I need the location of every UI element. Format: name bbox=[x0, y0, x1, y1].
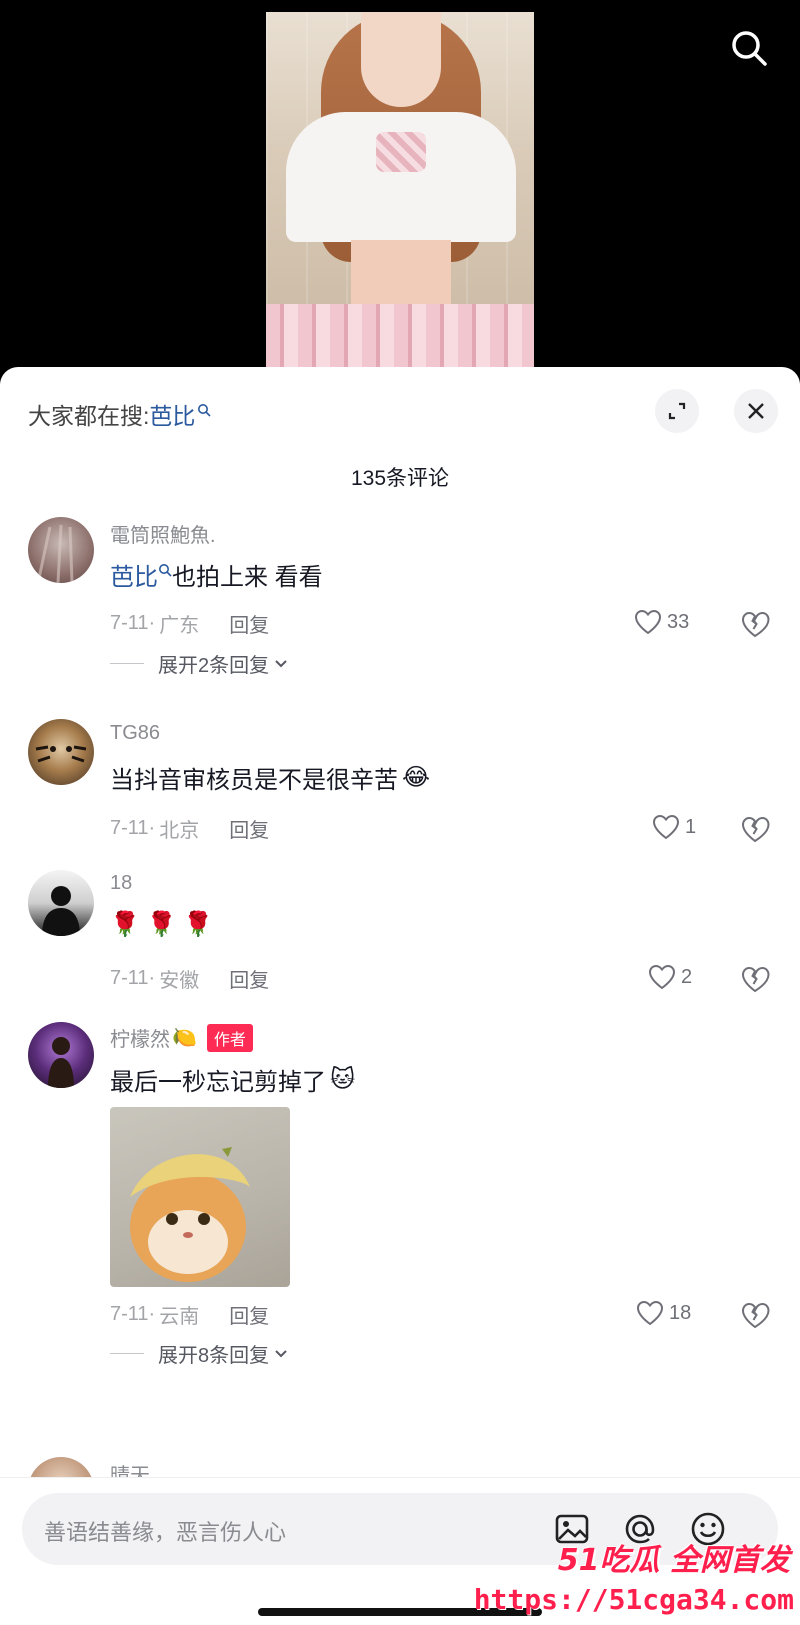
heart-icon bbox=[648, 964, 676, 990]
comment-location: 广东 bbox=[159, 615, 200, 637]
broken-heart-icon[interactable] bbox=[740, 814, 770, 844]
username[interactable]: 18 bbox=[110, 872, 132, 895]
close-button[interactable] bbox=[734, 389, 778, 433]
comment-text: 芭比 也拍上来 看看 bbox=[110, 557, 323, 592]
author-badge: 作者 bbox=[206, 1023, 253, 1052]
rose-emoji-row: 🌹 🌹 🌹 bbox=[110, 911, 213, 938]
cat-emoji: 🐱 bbox=[330, 1066, 356, 1093]
close-icon bbox=[748, 403, 764, 419]
video-thumbnail[interactable] bbox=[266, 12, 534, 370]
comment-date: 7-11 bbox=[110, 967, 149, 989]
video-figure-bow bbox=[376, 132, 426, 172]
comment-meta: 7-11 · 安徽 回复 bbox=[110, 964, 269, 993]
comment-meta: 7-11 · 云南 回复 bbox=[110, 1300, 269, 1329]
comment-input[interactable]: 善语结善缘，恶言伤人心 bbox=[22, 1493, 778, 1565]
laughing-emoji: 😂 bbox=[402, 764, 431, 791]
avatar[interactable] bbox=[28, 517, 94, 583]
like-count: 1 bbox=[685, 815, 697, 838]
comment-input-bar: 善语结善缘，恶言伤人心 bbox=[0, 1477, 800, 1624]
divider-line bbox=[110, 663, 144, 664]
hot-search-prefix: 大家都在搜: bbox=[28, 403, 150, 429]
comment-date: 7-11 bbox=[110, 1303, 149, 1325]
comment-location: 安徽 bbox=[159, 970, 200, 992]
avatar[interactable] bbox=[28, 719, 94, 785]
like-count: 2 bbox=[681, 965, 693, 988]
like-button[interactable]: 18 bbox=[636, 1300, 691, 1326]
comment-sheet: 大家都在搜: 芭比 135条评论 電筒照鮑魚. 芭比 也拍上来 看看 7-11 ·… bbox=[0, 367, 800, 1625]
home-indicator bbox=[258, 1608, 542, 1616]
expand-replies-button[interactable]: 展开2条回复 bbox=[110, 649, 289, 678]
comment-meta: 7-11 · 北京 回复 bbox=[110, 814, 269, 843]
like-button[interactable]: 2 bbox=[648, 964, 692, 990]
chevron-down-icon bbox=[275, 659, 287, 667]
avatar[interactable] bbox=[28, 1022, 94, 1088]
username[interactable]: TG86 bbox=[110, 722, 160, 745]
comment-text: 最后一秒忘记剪掉了 🐱 bbox=[110, 1066, 356, 1096]
reply-button[interactable]: 回复 bbox=[229, 814, 269, 843]
like-button[interactable]: 1 bbox=[652, 814, 696, 840]
search-icon bbox=[198, 404, 211, 417]
image-icon[interactable] bbox=[552, 1509, 592, 1549]
expand-button[interactable] bbox=[655, 389, 699, 433]
like-count: 18 bbox=[669, 1301, 692, 1324]
reply-button[interactable]: 回复 bbox=[229, 1300, 269, 1329]
video-figure-face bbox=[361, 12, 441, 107]
comment-location: 云南 bbox=[159, 1306, 200, 1328]
expand-icon bbox=[668, 402, 686, 420]
comment-text: 当抖音审核员是不是很辛苦 😂 bbox=[110, 764, 431, 794]
hot-search-link[interactable]: 芭比 bbox=[149, 397, 211, 431]
broken-heart-icon[interactable] bbox=[740, 1300, 770, 1330]
reply-button[interactable]: 回复 bbox=[229, 609, 269, 638]
avatar[interactable] bbox=[28, 870, 94, 936]
at-icon[interactable] bbox=[620, 1509, 660, 1549]
comment-text: 🌹 🌹 🌹 bbox=[110, 910, 213, 939]
emoji-icon[interactable] bbox=[688, 1509, 728, 1549]
comment-link[interactable]: 芭比 bbox=[110, 557, 158, 592]
lemon-emoji: 🍋 bbox=[172, 1027, 197, 1049]
like-count: 33 bbox=[667, 610, 690, 633]
username[interactable]: 電筒照鮑魚. bbox=[110, 519, 216, 548]
input-placeholder: 善语结善缘，恶言伤人心 bbox=[44, 1520, 287, 1545]
hot-search-bar: 大家都在搜: 芭比 bbox=[28, 397, 211, 431]
expand-replies-button[interactable]: 展开8条回复 bbox=[110, 1339, 289, 1368]
comment-location: 北京 bbox=[159, 820, 200, 842]
video-figure-waist bbox=[351, 240, 451, 310]
chevron-down-icon bbox=[275, 1349, 287, 1357]
username[interactable]: 柠檬然 🍋 作者 bbox=[110, 1023, 253, 1052]
broken-heart-icon[interactable] bbox=[740, 609, 770, 639]
comment-date: 7-11 bbox=[110, 612, 149, 634]
comment-count: 135条评论 bbox=[350, 467, 450, 490]
broken-heart-icon[interactable] bbox=[740, 964, 770, 994]
video-area[interactable] bbox=[0, 0, 800, 370]
heart-icon bbox=[636, 1300, 664, 1326]
video-figure-skirt bbox=[266, 304, 534, 370]
search-icon[interactable] bbox=[729, 28, 769, 68]
divider-line bbox=[110, 1353, 144, 1354]
reply-button[interactable]: 回复 bbox=[229, 964, 269, 993]
comment-date: 7-11 bbox=[110, 817, 149, 839]
like-button[interactable]: 33 bbox=[634, 609, 689, 635]
comment-meta: 7-11 · 广东 回复 bbox=[110, 609, 269, 638]
hot-search-term[interactable]: 芭比 bbox=[149, 397, 195, 431]
comment-image[interactable] bbox=[110, 1107, 290, 1287]
search-icon bbox=[159, 563, 172, 577]
heart-icon bbox=[652, 814, 680, 840]
heart-icon bbox=[634, 609, 662, 635]
